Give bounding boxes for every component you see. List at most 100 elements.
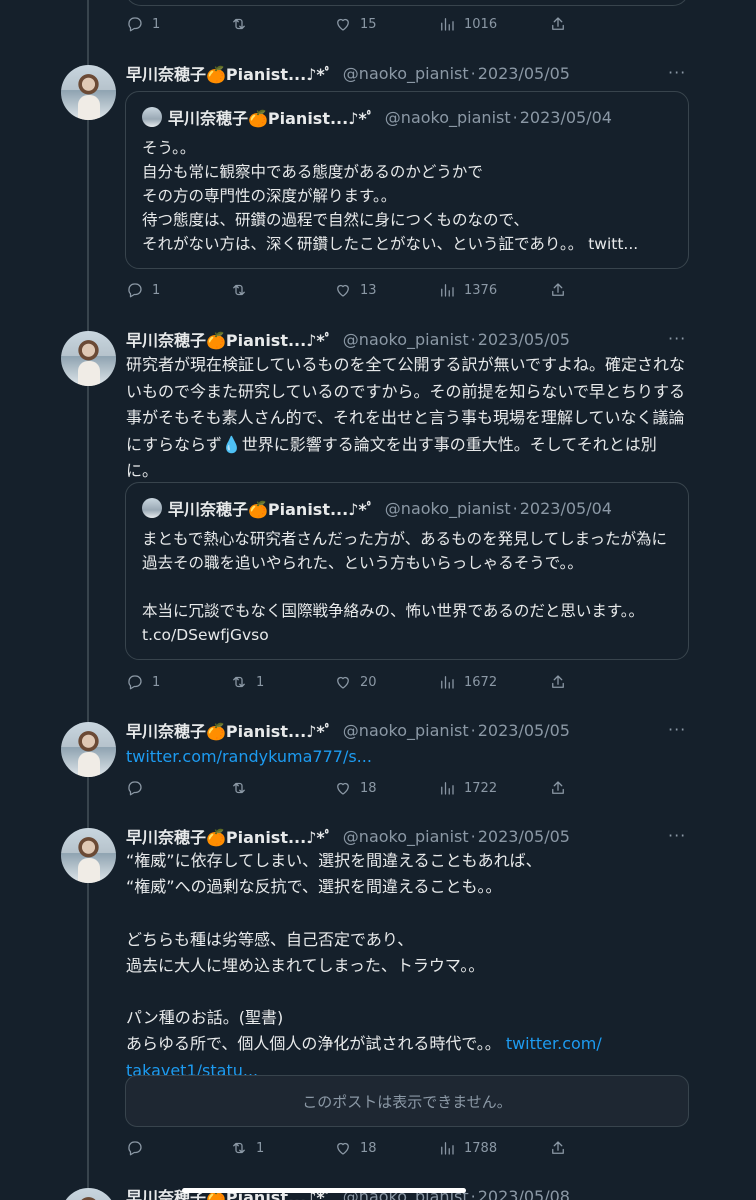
separator-dot: · [512, 498, 518, 518]
retweet-icon [233, 676, 245, 688]
timestamp[interactable]: 2023/05/08 [478, 1187, 570, 1200]
quoted-handle: @naoko_pianist [384, 498, 511, 518]
display-name[interactable]: 早川奈穂子🍊Pianist...♪*ﾟ [126, 327, 333, 351]
views-button[interactable]: 1376 [438, 279, 497, 301]
views-button[interactable]: 1672 [438, 671, 497, 693]
timestamp[interactable]: 2023/05/05 [478, 721, 570, 740]
share-button[interactable] [549, 671, 567, 693]
retweet-icon [233, 782, 245, 794]
separator-dot: · [470, 826, 476, 846]
share-button[interactable] [549, 279, 567, 301]
tweet-header: 早川奈穂子🍊Pianist...♪*ﾟ @naoko_pianist · 202… [126, 824, 570, 848]
separator-dot: · [470, 329, 476, 349]
retweet-button[interactable] [230, 13, 256, 35]
quoted-timestamp: 2023/05/04 [519, 498, 612, 518]
like-count: 18 [360, 1140, 377, 1156]
view-count: 1376 [464, 282, 498, 298]
handle[interactable]: @naoko_pianist [343, 721, 469, 740]
display-name[interactable]: 早川奈穂子🍊Pianist...♪*ﾟ [126, 718, 333, 742]
like-icon [337, 1142, 349, 1155]
reply-button[interactable] [126, 1137, 152, 1159]
like-button[interactable]: 15 [334, 13, 377, 35]
retweet-icon [233, 1142, 245, 1154]
share-button[interactable] [549, 1137, 567, 1159]
share-icon [552, 283, 564, 296]
timestamp[interactable]: 2023/05/05 [478, 330, 570, 349]
retweet-icon [233, 18, 245, 30]
like-button[interactable]: 13 [334, 279, 377, 301]
unavailable-post-notice: このポストは表示できません。 [125, 1075, 689, 1127]
tweet-header: 早川奈穂子🍊Pianist...♪*ﾟ @naoko_pianist · 202… [126, 61, 570, 85]
tweet-actions: 1 18 1788 [126, 1137, 586, 1159]
quoted-handle: @naoko_pianist [384, 107, 511, 127]
tweet-header: 早川奈穂子🍊Pianist...♪*ﾟ @naoko_pianist · 202… [126, 718, 570, 742]
avatar[interactable] [61, 828, 116, 883]
reply-button[interactable]: 1 [126, 279, 160, 301]
views-button[interactable]: 1016 [438, 13, 497, 35]
view-count: 1016 [464, 16, 498, 32]
display-name[interactable]: 早川奈穂子🍊Pianist...♪*ﾟ [126, 824, 333, 848]
tweet-text: twitter.com/randykuma777/s... [126, 743, 686, 770]
retweet-count: 1 [256, 674, 265, 690]
tweet-text-body: “権威”に依存してしまい、選択を間違えることもあれば、 “権威”への過剰な反抗で… [126, 851, 542, 1054]
views-button[interactable]: 1722 [438, 777, 497, 799]
timestamp[interactable]: 2023/05/05 [478, 64, 570, 83]
tweet-text: 研究者が現在検証しているものを全て公開する訳が無いですよね。確定されないもので今… [126, 355, 686, 480]
retweet-button[interactable] [230, 777, 256, 799]
separator-dot: · [470, 63, 476, 83]
retweet-button[interactable] [230, 279, 256, 301]
avatar[interactable] [61, 1188, 116, 1200]
quoted-avatar [142, 107, 162, 127]
retweet-button[interactable]: 1 [230, 671, 264, 693]
quoted-tweet-text: まともで熱心な研究者さんだった方が、あるものを発見してしまったが為に過去その職を… [142, 530, 667, 644]
more-icon[interactable]: ··· [668, 329, 686, 348]
handle[interactable]: @naoko_pianist [343, 64, 469, 83]
tweet-actions: 1 13 1376 [126, 279, 586, 301]
share-icon [552, 781, 564, 794]
reply-icon [128, 283, 142, 298]
separator-dot: · [512, 107, 518, 127]
quoted-tweet-card[interactable]: 早川奈穂子🍊Pianist...♪*ﾟ @naoko_pianist · 202… [125, 91, 689, 269]
tweet-actions: 18 1722 [126, 777, 586, 799]
retweet-button[interactable]: 1 [230, 1137, 264, 1159]
like-icon [337, 18, 349, 31]
reply-button[interactable] [126, 777, 152, 799]
avatar[interactable] [61, 331, 116, 386]
tweet-link[interactable]: twitter.com/randykuma777/s... [126, 747, 372, 766]
timestamp[interactable]: 2023/05/05 [478, 827, 570, 846]
quoted-tweet-card[interactable]: 早川奈穂子🍊Pianist...♪*ﾟ @naoko_pianist · 202… [125, 482, 689, 660]
views-button[interactable]: 1788 [438, 1137, 497, 1159]
more-icon[interactable]: ··· [668, 826, 686, 845]
avatar[interactable] [61, 722, 116, 777]
handle[interactable]: @naoko_pianist [343, 330, 469, 349]
retweet-icon [233, 284, 245, 296]
like-count: 13 [360, 282, 377, 298]
like-count: 20 [360, 674, 377, 690]
like-icon [337, 782, 349, 795]
separator-dot: · [470, 720, 476, 740]
like-count: 15 [360, 16, 377, 32]
quoted-display-name: 早川奈穂子🍊Pianist...♪*ﾟ [168, 109, 375, 128]
like-icon [337, 284, 349, 297]
views-icon [441, 18, 454, 31]
quoted-tweet-text: そう。。 自分も常に観察中である態度があるのかどうかで その方の専門性の深度が解… [142, 139, 639, 253]
home-indicator[interactable] [182, 1188, 466, 1193]
like-button[interactable]: 20 [334, 671, 377, 693]
tweet-link[interactable]: twitter.com/ [506, 1034, 602, 1053]
reply-button[interactable]: 1 [126, 13, 160, 35]
handle[interactable]: @naoko_pianist [343, 827, 469, 846]
views-icon [441, 782, 454, 795]
share-icon [552, 675, 564, 688]
more-icon[interactable]: ··· [668, 63, 686, 82]
like-button[interactable]: 18 [334, 1137, 377, 1159]
share-button[interactable] [549, 13, 567, 35]
tweet-header: 早川奈穂子🍊Pianist...♪*ﾟ @naoko_pianist · 202… [126, 327, 570, 351]
share-button[interactable] [549, 777, 567, 799]
reply-count: 1 [152, 282, 161, 298]
like-button[interactable]: 18 [334, 777, 377, 799]
reply-count: 1 [152, 674, 161, 690]
more-icon[interactable]: ··· [668, 720, 686, 739]
reply-button[interactable]: 1 [126, 671, 160, 693]
display-name[interactable]: 早川奈穂子🍊Pianist...♪*ﾟ [126, 61, 333, 85]
avatar[interactable] [61, 65, 116, 120]
